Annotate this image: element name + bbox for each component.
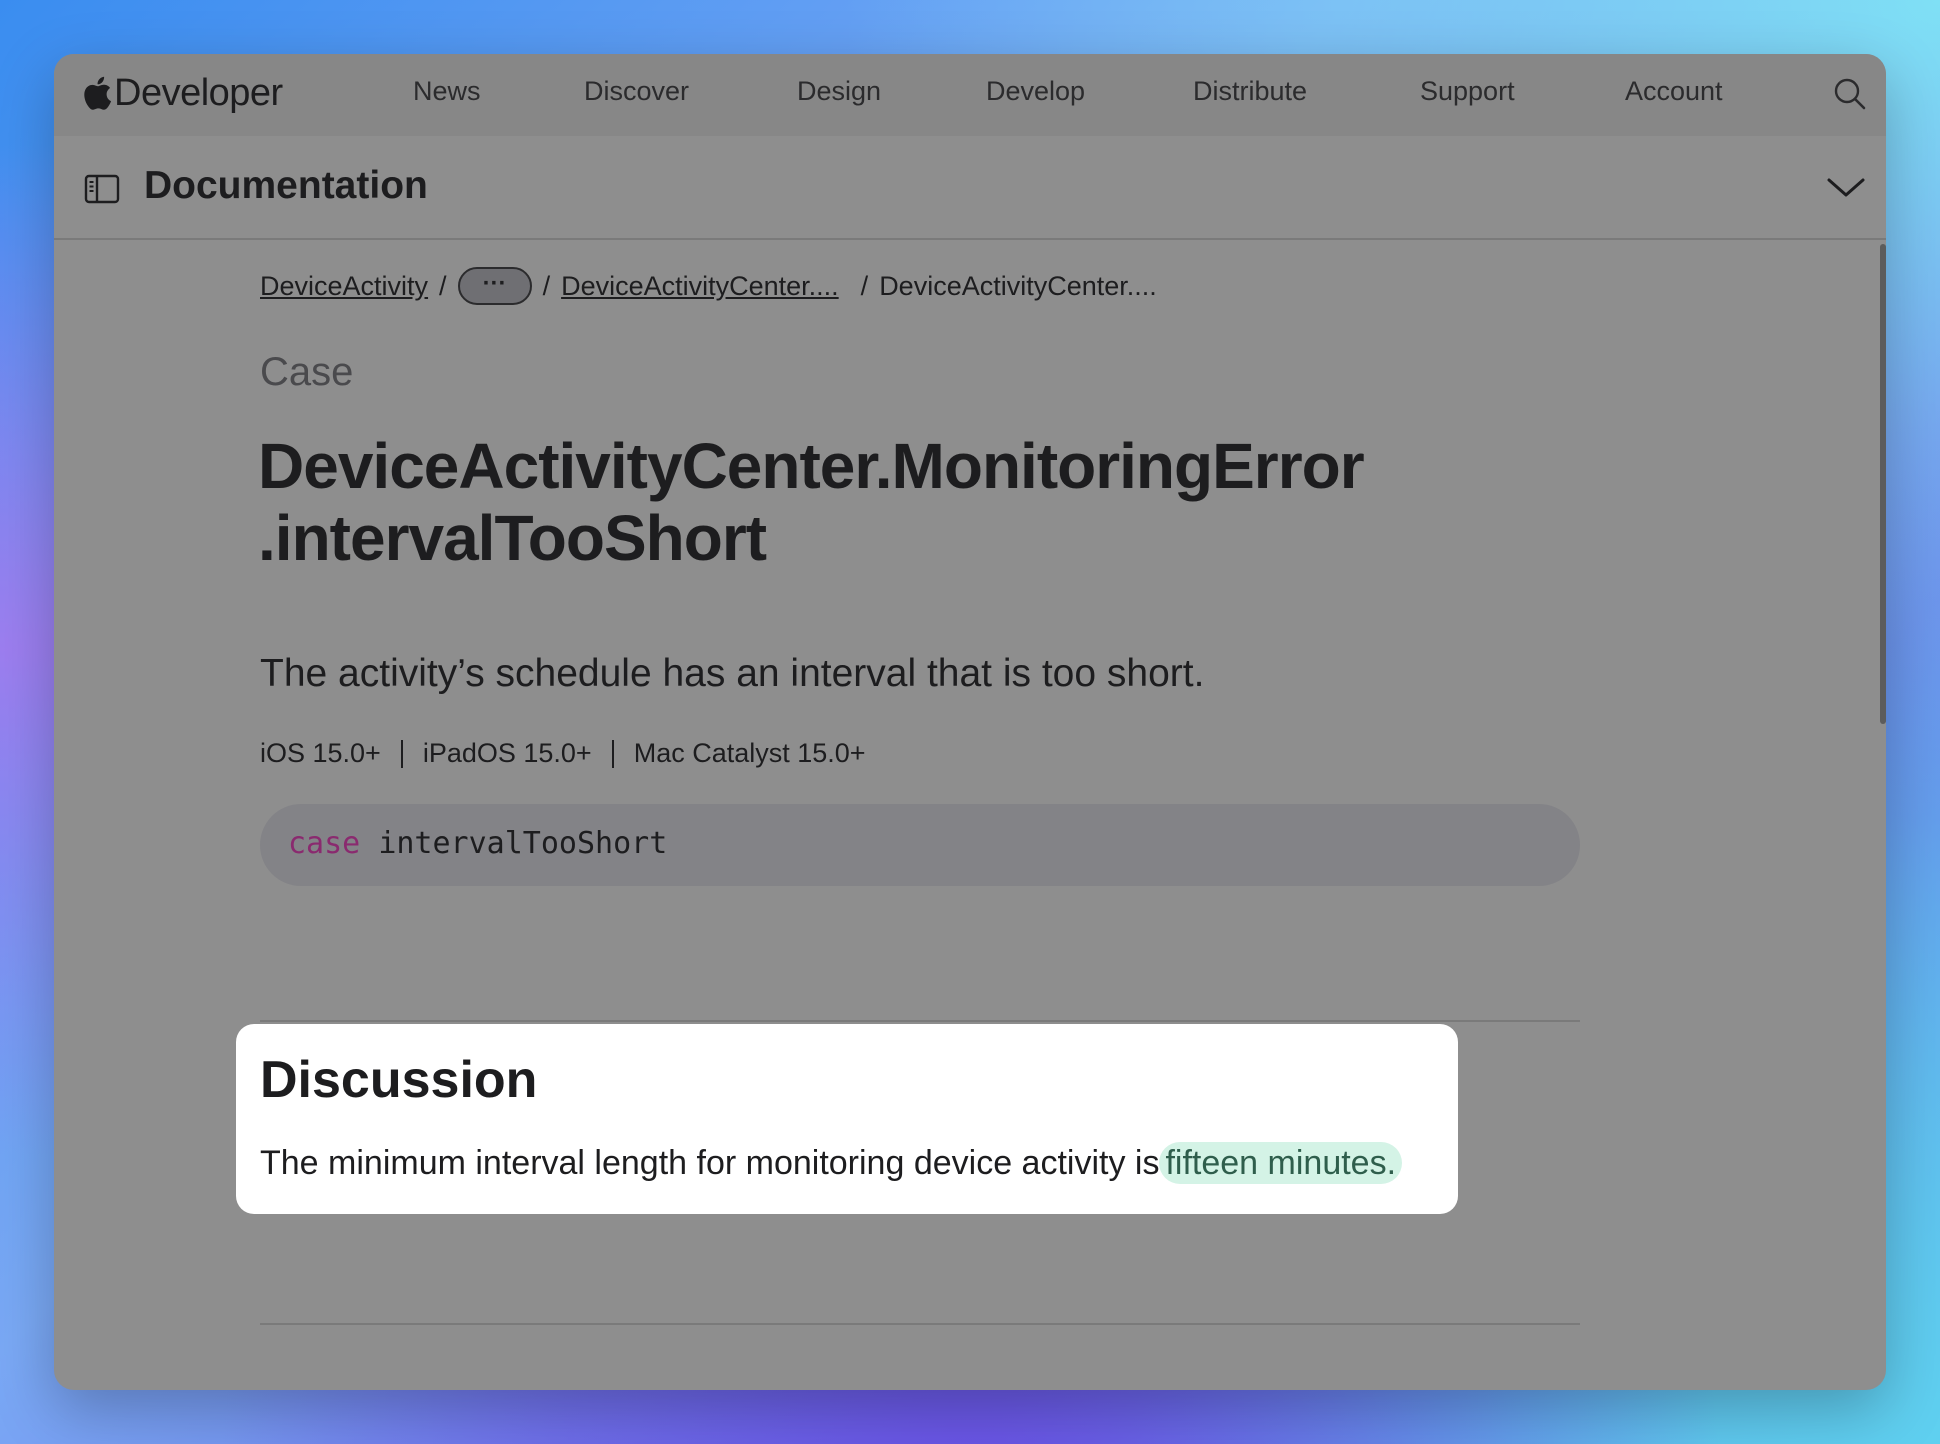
breadcrumb-current: DeviceActivityCenter.... (879, 270, 1157, 301)
platform-divider (400, 739, 403, 768)
nav-item-develop[interactable]: Develop (986, 76, 1085, 107)
abstract: The activity’s schedule has an interval … (260, 652, 1205, 695)
nav-item-discover[interactable]: Discover (584, 76, 689, 107)
breadcrumb-deviceactivity-link[interactable]: DeviceActivity (260, 271, 428, 302)
page-title-line-1: DeviceActivityCenter.MonitoringError (258, 430, 1365, 502)
documentation-bar: Documentation (54, 136, 1886, 240)
code-identifier: intervalTooShort (378, 826, 668, 861)
breadcrumb-separator: / (860, 270, 869, 301)
breadcrumb-center-link[interactable]: DeviceActivityCenter.... (561, 271, 839, 302)
section-divider (260, 1323, 1580, 1325)
breadcrumb-separator: / (542, 270, 551, 301)
platform-divider (611, 739, 614, 768)
nav-item-support[interactable]: Support (1420, 76, 1515, 107)
nav-item-news[interactable]: News (413, 76, 481, 107)
nav-item-design[interactable]: Design (797, 76, 881, 107)
platform-mac-catalyst: Mac Catalyst 15.0+ (633, 738, 866, 768)
nav-item-account[interactable]: Account (1625, 76, 1723, 107)
discussion-paragraph: The minimum interval length for monitori… (260, 1142, 1403, 1184)
platform-availability: iOS 15.0+ iPadOS 15.0+ Mac Catalyst 15.0… (260, 738, 866, 769)
search-icon[interactable] (1830, 74, 1870, 114)
nav-item-distribute[interactable]: Distribute (1193, 76, 1307, 107)
developer-home-link[interactable]: Developer (82, 68, 283, 118)
platform-ios: iOS 15.0+ (260, 738, 381, 768)
platform-ipados: iPadOS 15.0+ (422, 738, 592, 768)
brand-label: Developer (114, 71, 283, 114)
discussion-text-body: The minimum interval length for monitori… (260, 1144, 1160, 1182)
page-title: DeviceActivityCenter.MonitoringError .in… (258, 430, 1558, 574)
page-title-line-2: .intervalTooShort (258, 502, 767, 574)
apple-logo-icon (84, 76, 112, 110)
chevron-down-icon[interactable] (1826, 172, 1866, 202)
discussion-heading: Discussion (260, 1051, 538, 1109)
documentation-title[interactable]: Documentation (144, 164, 428, 208)
discussion-highlight: fifteen minutes. (1159, 1142, 1403, 1184)
global-nav: Developer News Discover Design Develop D… (54, 54, 1886, 136)
breadcrumb: DeviceActivity / ··· / DeviceActivityCen… (260, 264, 1157, 308)
declaration-code: case intervalTooShort (288, 826, 667, 861)
code-keyword: case (288, 826, 361, 861)
symbol-kind: Case (260, 350, 354, 394)
breadcrumb-more-button[interactable]: ··· (457, 267, 532, 305)
scrollbar-thumb[interactable] (1880, 244, 1886, 724)
section-divider (260, 1020, 1580, 1022)
sidebar-icon[interactable] (84, 174, 120, 204)
declaration-code-block: case intervalTooShort (260, 804, 1580, 886)
breadcrumb-separator: / (439, 270, 447, 301)
discussion-section: Discussion The minimum interval length f… (236, 1024, 1458, 1214)
